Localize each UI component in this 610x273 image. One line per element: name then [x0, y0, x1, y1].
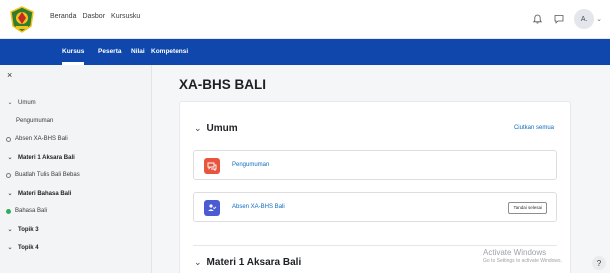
section-header-materi-1[interactable]: ⌄ Materi 1 Aksara Bali: [194, 257, 301, 268]
chevron-down-icon: ⌄: [596, 16, 602, 23]
incomplete-circle-icon: [6, 172, 11, 178]
forum-icon: [204, 158, 220, 174]
section-title: Umum: [206, 123, 238, 134]
section-header-umum[interactable]: ⌄ Umum: [194, 123, 238, 134]
chevron-down-icon: ⌄: [194, 123, 202, 133]
chevron-down-icon: ⌄: [7, 100, 13, 106]
activity-pengumuman: Pengumuman: [193, 150, 557, 180]
chevron-down-icon: ⌄: [7, 155, 13, 161]
tab-peserta[interactable]: Peserta: [98, 39, 122, 65]
activity-link[interactable]: Absen XA-BHS Bali: [232, 204, 285, 210]
drawer-item-label: Umum: [18, 99, 36, 106]
chevron-down-icon: ⌄: [194, 257, 202, 267]
page-title: XA-BHS BALI: [179, 77, 266, 92]
tab-kursus[interactable]: Kursus: [62, 39, 85, 65]
help-button[interactable]: ?: [592, 256, 606, 270]
course-main-content: XA-BHS BALI ⌄ Umum Ciutkan semua Pengumu…: [152, 65, 610, 273]
drawer-item-label: Materi Bahasa Bali: [18, 190, 72, 197]
incomplete-circle-icon: [6, 136, 11, 142]
drawer-item-pengumuman[interactable]: Pengumuman: [16, 118, 53, 124]
section-divider: [193, 245, 557, 246]
drawer-item-tulis-bali[interactable]: Buatlah Tulis Bali Bebas: [6, 172, 80, 178]
activity-absen: Absen XA-BHS Bali Tandai selesai: [193, 192, 557, 222]
attendance-icon: [204, 200, 220, 216]
chevron-down-icon: ⌄: [7, 191, 13, 197]
course-secondary-nav: Kursus Peserta Nilai Kompetensi: [0, 39, 610, 65]
complete-dot-icon: [6, 208, 11, 214]
activity-link[interactable]: Pengumuman: [232, 162, 269, 168]
tab-nilai[interactable]: Nilai: [131, 39, 145, 65]
drawer-section-materi-bahasa-bali[interactable]: ⌄ Materi Bahasa Bali: [6, 190, 72, 198]
user-tools: A. ⌄: [530, 9, 602, 29]
user-menu[interactable]: A. ⌄: [574, 9, 602, 29]
chevron-down-icon: ⌄: [7, 245, 13, 251]
nav-beranda[interactable]: Beranda: [50, 13, 76, 20]
drawer-item-label: Materi 1 Aksara Bali: [18, 154, 75, 161]
chat-icon[interactable]: [552, 12, 566, 26]
nav-kursusku[interactable]: Kursusku: [111, 13, 140, 20]
windows-activation-watermark: Activate Windows Go to Settings to activ…: [483, 248, 562, 264]
drawer-item-label: Pengumuman: [16, 118, 54, 124]
drawer-section-topik-4[interactable]: ⌄ Topik 4: [6, 244, 39, 252]
course-index-drawer: × ⌄ Umum Pengumuman Absen XA-BHS Bali ⌄ …: [0, 65, 152, 273]
drawer-item-absen[interactable]: Absen XA-BHS Bali: [6, 136, 68, 142]
watermark-subtitle: Go to Settings to activate Windows.: [483, 258, 562, 264]
drawer-item-label: Absen XA-BHS Bali: [15, 136, 68, 142]
nav-dasbor[interactable]: Dasbor: [82, 13, 105, 20]
mark-as-done-button[interactable]: Tandai selesai: [508, 202, 547, 214]
drawer-section-materi-1[interactable]: ⌄ Materi 1 Aksara Bali: [6, 154, 75, 162]
collapse-all-link[interactable]: Ciutkan semua: [514, 125, 554, 131]
drawer-item-label: Bahasa Bali: [15, 208, 48, 214]
watermark-title: Activate Windows: [483, 248, 547, 257]
bell-icon[interactable]: [530, 12, 544, 26]
drawer-item-label: Topik 3: [18, 226, 39, 233]
drawer-item-label: Buatlah Tulis Bali Bebas: [15, 172, 80, 178]
drawer-item-label: Topik 4: [18, 244, 39, 251]
chevron-down-icon: ⌄: [7, 227, 13, 233]
drawer-item-bahasa-bali[interactable]: Bahasa Bali: [6, 208, 47, 214]
top-navbar: Beranda Dasbor Kursusku A. ⌄: [0, 0, 610, 39]
section-title: Materi 1 Aksara Bali: [206, 257, 302, 268]
school-logo[interactable]: [9, 6, 35, 33]
drawer-section-umum[interactable]: ⌄ Umum: [6, 99, 36, 107]
avatar[interactable]: A.: [574, 9, 595, 29]
primary-nav: Beranda Dasbor Kursusku: [50, 13, 140, 20]
tab-kompetensi[interactable]: Kompetensi: [151, 39, 188, 65]
close-icon[interactable]: ×: [7, 70, 12, 80]
drawer-section-topik-3[interactable]: ⌄ Topik 3: [6, 226, 39, 234]
